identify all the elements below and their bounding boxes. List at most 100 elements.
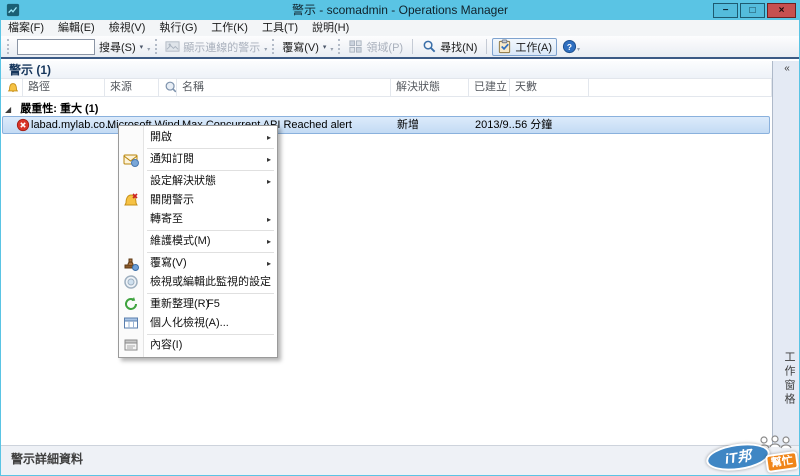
context-menu-separator — [147, 334, 274, 335]
column-header-已建立[interactable]: 已建立 — [469, 79, 510, 96]
menubar-item-5[interactable]: 工具(T) — [255, 20, 305, 36]
search-dropdown-button[interactable]: 搜尋(S) ▾ — [95, 38, 147, 56]
chevron-down-icon: ▾ — [139, 43, 144, 51]
toolbar-overflow-icon[interactable]: ▾ — [330, 46, 333, 53]
picture-icon — [165, 39, 180, 54]
context-menu-item-label: 開啟 — [150, 131, 172, 143]
toolbar-separator — [486, 39, 488, 54]
context-menu-item-14[interactable]: 個人化檢視(A)... — [119, 314, 277, 333]
refresh-icon — [123, 296, 139, 312]
tasks-button[interactable]: 工作(A) — [492, 37, 558, 56]
submenu-arrow-icon: ▸ — [266, 133, 271, 142]
context-menu-item-2[interactable]: 通知訂閱 ▸ — [119, 150, 277, 169]
context-menu-item-8[interactable]: 維護模式(M) ▸ — [119, 232, 277, 251]
context-menu-item-5[interactable]: 關閉警示 — [119, 191, 277, 210]
context-menu-item-4[interactable]: 設定解決狀態 ▸ — [119, 172, 277, 191]
context-menu-item-label: 重新整理(R) — [150, 298, 210, 310]
find-button[interactable]: 尋找(N) — [418, 38, 481, 56]
group-expanded-icon[interactable]: ◢ — [5, 105, 11, 114]
context-menu-item-0[interactable]: 開啟 ▸ — [119, 128, 277, 147]
context-menu-separator — [147, 293, 274, 294]
scope-label: 領域(P) — [366, 41, 404, 54]
overrides-label: 覆寫(V) — [282, 41, 319, 54]
menubar-item-2[interactable]: 檢視(V) — [102, 20, 153, 36]
column-header-來源[interactable]: 來源 — [105, 79, 159, 96]
toolbar-overflow-icon[interactable]: ▾ — [147, 46, 150, 53]
show-connected-alerts-label: 顯示連線的警示 — [183, 41, 261, 54]
menubar-item-3[interactable]: 執行(G) — [152, 20, 204, 36]
alert-bell-icon — [6, 83, 20, 96]
help-button[interactable]: ? — [562, 39, 577, 54]
alert-details-label: 警示詳細資料 — [11, 452, 84, 466]
chevron-down-icon: ▾ — [322, 43, 327, 51]
context-menu-separator — [147, 148, 274, 149]
toolbar-grip[interactable] — [272, 39, 275, 54]
context-menu-item-label: 維護模式(M) — [150, 235, 211, 247]
context-menu-item-label: 個人化檢視(A)... — [150, 317, 229, 329]
column-header-解決狀態[interactable]: 解決狀態 — [391, 79, 469, 96]
itbang-watermark: iT邦 幫忙 — [704, 435, 799, 475]
alert-age: 56 分鐘 — [515, 119, 553, 131]
column-header-alert-bell[interactable] — [1, 79, 23, 96]
tasks-icon — [497, 39, 512, 54]
window-title: 警示 - scomadmin - Operations Manager — [291, 3, 509, 17]
magnifier-wrench-icon — [164, 81, 176, 96]
restore-button[interactable]: □ — [740, 3, 765, 18]
toolbar-overflow-icon[interactable]: ▾ — [264, 46, 267, 53]
close-button[interactable]: × — [767, 3, 796, 18]
alerts-list: ◢ 嚴重性: 重大 (1) labad.mylab.co... Microsof… — [1, 97, 772, 445]
toolbar-overflow-icon[interactable]: ▾ — [577, 46, 580, 53]
watermark-oval: iT邦 — [704, 439, 772, 475]
magnifier-icon — [422, 39, 437, 54]
menubar-item-0[interactable]: 檔案(F) — [1, 20, 51, 36]
minimize-button[interactable]: − — [713, 3, 738, 18]
search-input[interactable] — [17, 38, 95, 55]
column-header-路徑[interactable]: 路徑 — [23, 79, 105, 96]
context-menu-item-label: 通知訂閱 — [150, 153, 194, 165]
context-menu-item-11[interactable]: 檢視或編輯此監視的設定 — [119, 273, 277, 292]
context-menu-item-label: 內容(I) — [150, 339, 183, 351]
column-header-magnifier-wrench[interactable] — [159, 79, 177, 96]
overrides-button[interactable]: 覆寫(V) ▾ — [278, 38, 330, 56]
toolbar-grip[interactable] — [7, 39, 9, 54]
critical-severity-icon — [16, 118, 30, 132]
column-header-名稱[interactable]: 名稱 — [177, 79, 391, 96]
group-label: 嚴重性: 重大 (1) — [20, 103, 99, 115]
watermark-tag: 幫忙 — [764, 450, 799, 474]
toolbar-separator — [412, 39, 414, 54]
column-header-天數[interactable]: 天數 — [510, 79, 589, 96]
group-row-severity-critical[interactable]: ◢ 嚴重性: 重大 (1) — [5, 100, 98, 116]
menubar-item-4[interactable]: 工作(K) — [204, 20, 255, 36]
context-menu-item-13[interactable]: 重新整理(R) F5 — [119, 295, 277, 314]
menubar-item-6[interactable]: 說明(H) — [305, 20, 356, 36]
alert-path: labad.mylab.co... — [31, 119, 115, 131]
context-menu-separator — [147, 252, 274, 253]
context-menu-item-label: 檢視或編輯此監視的設定 — [150, 276, 271, 288]
collapse-chevron-icon[interactable]: « — [773, 63, 799, 74]
column-header-label: 路徑 — [28, 81, 50, 93]
view-title-bar: 警示 (1) — [1, 61, 772, 79]
context-menu-item-label: 設定解決狀態 — [150, 175, 216, 187]
svg-text:?: ? — [567, 42, 572, 52]
context-menu-item-16[interactable]: 內容(I) — [119, 336, 277, 355]
search-label: 搜尋(S) — [99, 41, 136, 54]
toolbar: 搜尋(S) ▾ ▾ 顯示連線的警示 ▾ 覆寫(V) ▾ ▾ 領域(P) 尋找(N… — [1, 36, 799, 59]
context-menu-shortcut: F5 — [207, 298, 220, 310]
context-menu-item-10[interactable]: 覆寫(V) ▸ — [119, 254, 277, 273]
context-menu-item-label: 覆寫(V) — [150, 257, 187, 269]
toolbar-grip[interactable] — [338, 39, 341, 54]
context-menu-item-label: 關閉警示 — [150, 194, 194, 206]
alert-created: 2013/9... — [475, 119, 518, 131]
context-menu-item-6[interactable]: 轉寄至 ▸ — [119, 210, 277, 229]
task-pane-collapsed[interactable]: « 工作窗格 — [772, 61, 799, 445]
submenu-arrow-icon: ▸ — [266, 155, 271, 164]
column-header-label: 解決狀態 — [396, 81, 440, 93]
submenu-arrow-icon: ▸ — [266, 177, 271, 186]
column-header-8[interactable] — [589, 79, 772, 96]
scope-button: 領域(P) — [344, 38, 407, 56]
menubar-item-1[interactable]: 編輯(E) — [51, 20, 102, 36]
alert-details-bar[interactable]: 警示詳細資料 — [1, 445, 799, 475]
toolbar-grip[interactable] — [155, 39, 158, 54]
window-controls: − □ × — [713, 3, 796, 18]
alert-resolution-state: 新增 — [397, 119, 419, 131]
